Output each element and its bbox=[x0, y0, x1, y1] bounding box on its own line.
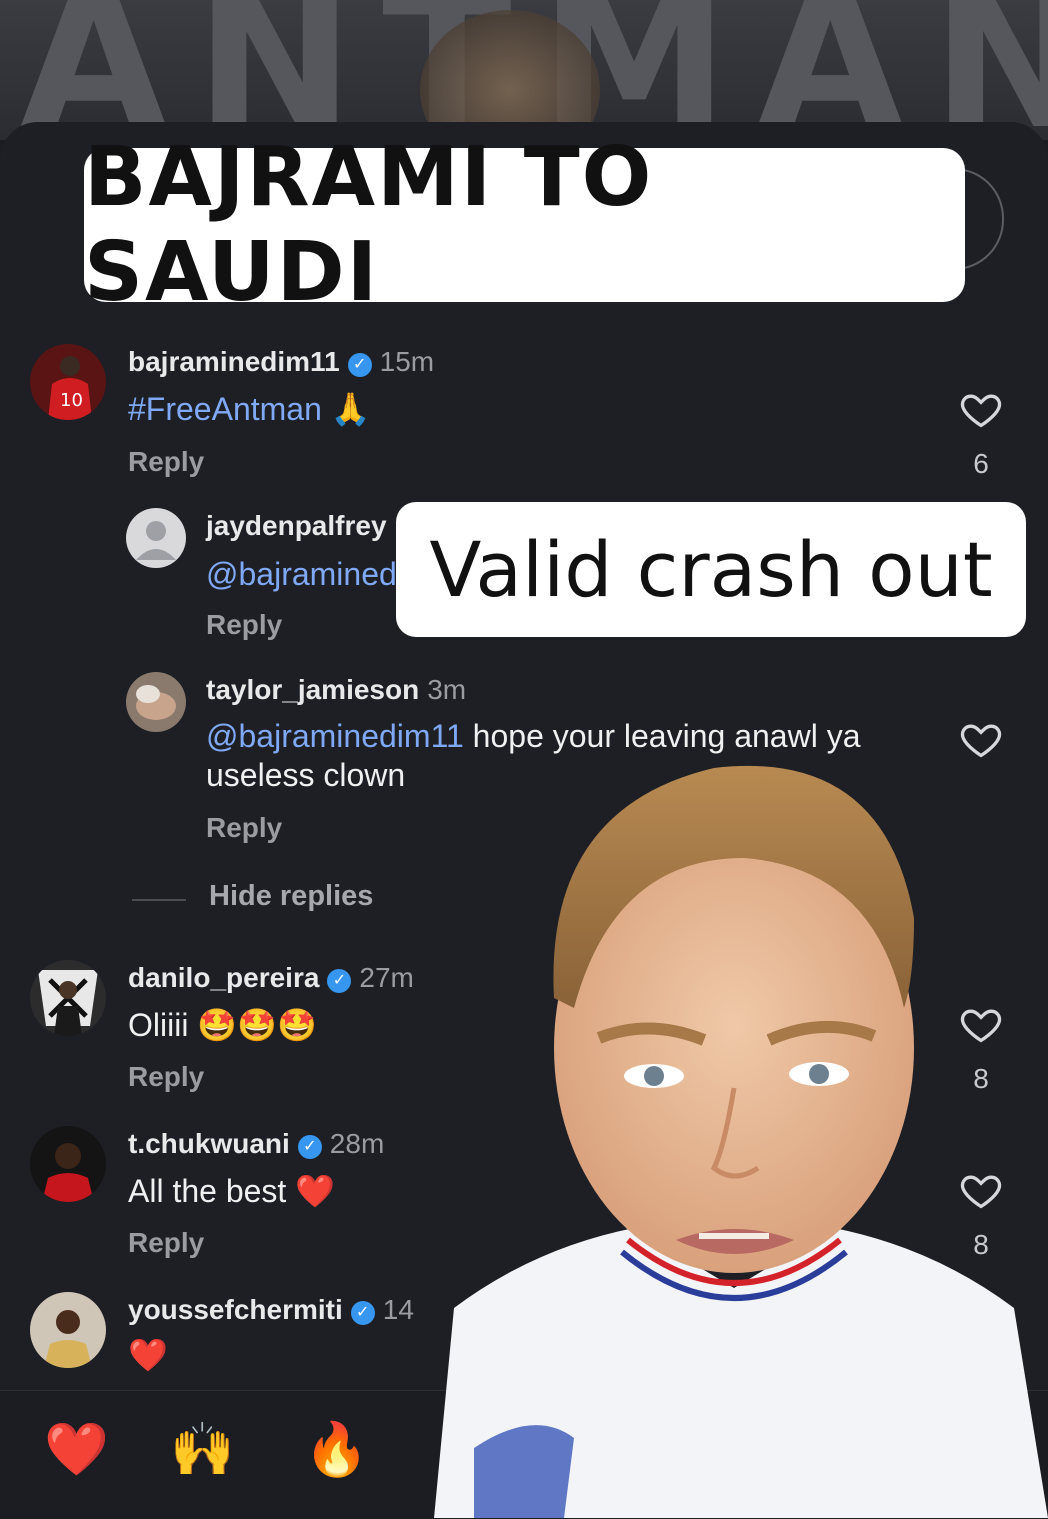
comment-username[interactable]: taylor_jamieson bbox=[206, 674, 419, 705]
comment-username[interactable]: youssefchermiti bbox=[128, 1294, 343, 1325]
overlay-title-card: BAJRAMI TO SAUDI bbox=[84, 130, 965, 320]
comment-emoji: ❤️ bbox=[128, 1337, 168, 1373]
comment-time: 14 bbox=[382, 1294, 414, 1325]
comment-emoji: 🤩🤩🤩 bbox=[197, 1007, 317, 1043]
reply-button[interactable]: Reply bbox=[128, 446, 204, 478]
comment-time: 3m bbox=[427, 674, 467, 705]
comment-time: 28m bbox=[329, 1128, 385, 1159]
verified-badge-icon: ✓ bbox=[327, 969, 352, 993]
verified-badge-icon: ✓ bbox=[350, 1301, 375, 1325]
verified-badge-icon: ✓ bbox=[297, 1135, 322, 1159]
overlay-title: BAJRAMI TO SAUDI bbox=[84, 130, 654, 320]
comment-username[interactable]: danilo_pereira bbox=[128, 962, 319, 993]
overlay-caption: Valid crash out bbox=[429, 525, 993, 614]
reply-button[interactable]: Reply bbox=[128, 1227, 204, 1259]
comment-text: Oliiii bbox=[128, 1007, 189, 1043]
reaction-fire-button[interactable]: 🔥 bbox=[304, 1419, 369, 1480]
like-count: 6 bbox=[973, 448, 989, 479]
comment-username[interactable]: t.chukwuani bbox=[128, 1128, 290, 1159]
reply-button[interactable]: Reply bbox=[128, 1061, 204, 1093]
reply-button[interactable]: Reply bbox=[206, 812, 282, 844]
hide-replies-button[interactable]: Hide replies bbox=[209, 880, 373, 913]
avatar[interactable]: 10 bbox=[30, 344, 106, 420]
verified-badge-icon: ✓ bbox=[347, 353, 372, 377]
avatar[interactable] bbox=[126, 672, 186, 732]
avatar[interactable] bbox=[30, 1126, 106, 1202]
overlay-caption-card: Valid crash out bbox=[396, 502, 1026, 637]
comment-time: 15m bbox=[379, 346, 435, 377]
comment-text-line2: useless clown bbox=[206, 757, 406, 793]
reaction-heart-button[interactable]: ❤️ bbox=[44, 1419, 109, 1480]
avatar[interactable] bbox=[30, 960, 106, 1036]
comment-username[interactable]: bajraminedim11 bbox=[128, 346, 340, 377]
reaction-raised-hands-button[interactable]: 🙌 bbox=[170, 1419, 235, 1480]
header-background: ANTMAN bbox=[0, 0, 1048, 140]
reply-button[interactable]: Reply bbox=[206, 609, 282, 641]
comment-hashtag[interactable]: #FreeAntman bbox=[128, 391, 322, 427]
avatar[interactable] bbox=[126, 508, 186, 568]
comment-time: 27m bbox=[359, 962, 414, 993]
comment-emoji: ❤️ bbox=[295, 1173, 336, 1209]
svg-text:10: 10 bbox=[60, 390, 83, 411]
comment-text: All the best bbox=[128, 1173, 287, 1209]
comment-username[interactable]: jaydenpalfrey bbox=[206, 510, 387, 541]
hide-replies-divider bbox=[132, 899, 186, 901]
heart-outline-icon[interactable] bbox=[959, 387, 1003, 431]
comment-emoji: 🙏 bbox=[330, 391, 371, 427]
presenter-video-overlay bbox=[414, 748, 1048, 1518]
avatar[interactable] bbox=[30, 1292, 106, 1368]
